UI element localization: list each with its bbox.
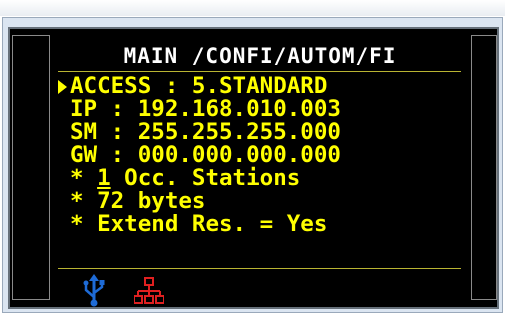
menu-path-title: MAIN /CONFI/AUTOM/FI xyxy=(123,44,397,68)
network-icon xyxy=(134,277,164,304)
title-divider xyxy=(58,71,461,72)
occupied-stations-line: * 1 Occ. Stations xyxy=(70,167,341,190)
access-level-line[interactable]: ACCESS : 5.STANDARD xyxy=(70,75,341,98)
status-divider xyxy=(58,268,461,269)
right-side-panel xyxy=(471,35,497,300)
subnet-mask-line: SM : 255.255.255.000 xyxy=(70,119,341,145)
usb-icon xyxy=(83,274,105,307)
selection-cursor-icon xyxy=(58,80,67,94)
left-side-panel xyxy=(12,35,50,300)
ip-address-line: IP : 192.168.010.003 xyxy=(70,96,341,122)
bytes-line: * 72 bytes xyxy=(70,188,206,214)
parameter-list: ACCESS : 5.STANDARD IP : 192.168.010.003… xyxy=(70,75,341,236)
gateway-line: GW : 000.000.000.000 xyxy=(70,142,341,168)
window-top-strip xyxy=(0,0,505,16)
device-display: MAIN /CONFI/AUTOM/FI ACCESS : 5.STANDARD… xyxy=(8,27,499,309)
extend-res-line: * Extend Res. = Yes xyxy=(70,211,328,237)
